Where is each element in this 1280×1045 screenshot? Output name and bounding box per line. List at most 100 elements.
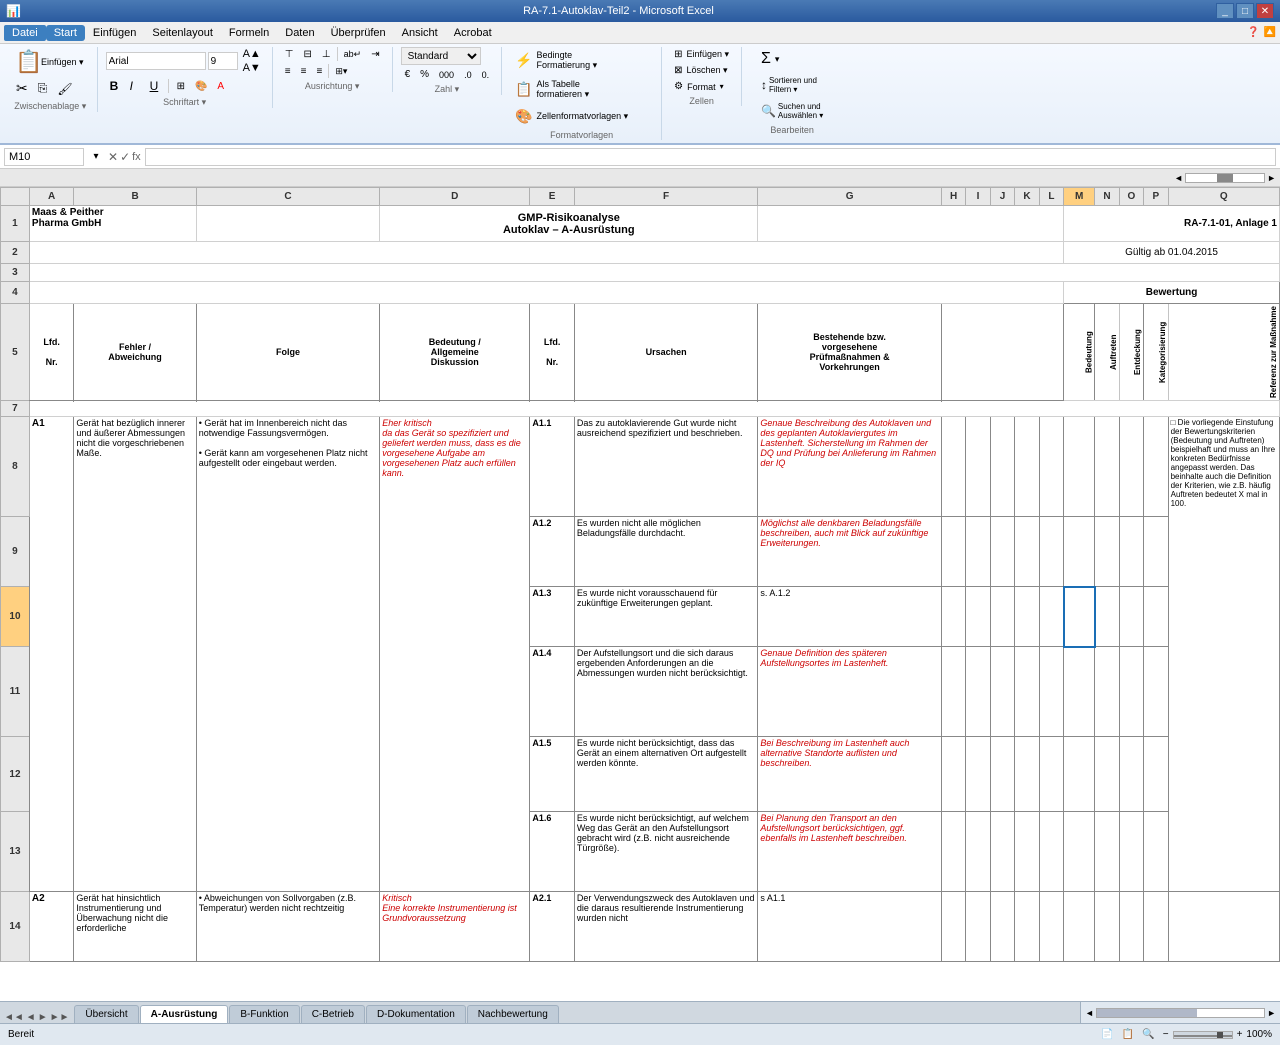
menu-seitenlayout[interactable]: Seitenlayout	[144, 25, 221, 41]
col-header-M[interactable]: M	[1064, 188, 1095, 206]
sheet-area[interactable]: A B C D E F G H I J K L M N O P Q	[0, 187, 1280, 1001]
table-format-button[interactable]: 📋 Als Tabelleformatieren ▾	[510, 76, 653, 103]
cell-O5[interactable]: Entdeckung	[1119, 304, 1143, 401]
cell-M1[interactable]: RA-7.1-01, Anlage 1	[1064, 206, 1280, 242]
cell-M9[interactable]	[1064, 517, 1095, 587]
thousands-button[interactable]: 000	[435, 67, 458, 82]
align-center-button[interactable]: ≡	[297, 64, 311, 79]
cell-L14[interactable]	[1039, 892, 1063, 962]
cell-L11[interactable]	[1039, 647, 1063, 737]
cell-N12[interactable]	[1095, 737, 1119, 812]
minimize-button[interactable]: _	[1216, 3, 1234, 19]
menu-daten[interactable]: Daten	[277, 25, 322, 41]
cell-A14[interactable]: A2	[29, 892, 73, 962]
cell-N11[interactable]	[1095, 647, 1119, 737]
cell-A1[interactable]: Maas & PeitherPharma GmbH	[29, 206, 196, 242]
hscroll-left-button[interactable]: ◄	[1085, 1008, 1094, 1018]
cell-Q8[interactable]: □ Die vorliegende Einstufung der Bewertu…	[1168, 417, 1279, 892]
cell-G14[interactable]: s A1.1	[758, 892, 942, 962]
cell-F9[interactable]: Es wurden nicht alle möglichen Beladungs…	[574, 517, 758, 587]
cell-J10[interactable]	[990, 587, 1014, 647]
cell-G9[interactable]: Möglichst alle denkbaren Beladungsfälle …	[758, 517, 942, 587]
cell-C14[interactable]: • Abweichungen von Sollvorgaben (z.B. Te…	[196, 892, 380, 962]
cell-G10[interactable]: s. A.1.2	[758, 587, 942, 647]
align-left-button[interactable]: ≡	[281, 64, 295, 79]
col-header-N[interactable]: N	[1095, 188, 1119, 206]
cell-F5[interactable]: Ursachen	[574, 304, 758, 401]
bold-button[interactable]: B	[106, 77, 124, 95]
cell-C5[interactable]: Folge	[196, 304, 380, 401]
merge-button[interactable]: ⊞▾	[331, 64, 351, 79]
sum-button[interactable]: Σ▾	[756, 47, 828, 71]
cell-J12[interactable]	[990, 737, 1014, 812]
cell-I12[interactable]	[966, 737, 990, 812]
cell-J11[interactable]	[990, 647, 1014, 737]
cell-E14[interactable]: A2.1	[530, 892, 574, 962]
col-header-O[interactable]: O	[1119, 188, 1143, 206]
cell-F14[interactable]: Der Verwendungszweck des Autoklaven und …	[574, 892, 758, 962]
sheet-tab-c-betrieb[interactable]: C-Betrieb	[301, 1005, 365, 1023]
cell-K13[interactable]	[1015, 812, 1039, 892]
cell-E8[interactable]: A1.1	[530, 417, 574, 517]
scroll-right-icon[interactable]: ►	[1267, 173, 1276, 183]
menu-acrobat[interactable]: Acrobat	[446, 25, 500, 41]
insert-cells-button[interactable]: ⊞Einfügen ▾	[670, 47, 733, 62]
cell-K11[interactable]	[1015, 647, 1039, 737]
cell-J13[interactable]	[990, 812, 1014, 892]
cell-B8[interactable]: Gerät hat bezüglich innerer und äußerer …	[74, 417, 196, 892]
menu-formeln[interactable]: Formeln	[221, 25, 277, 41]
align-bottom-button[interactable]: ⊥	[318, 47, 335, 62]
view-layout-button[interactable]: 📋	[1122, 1029, 1134, 1040]
cell-I8[interactable]	[966, 417, 990, 517]
cell-M14[interactable]	[1064, 892, 1095, 962]
cell-Q5[interactable]: Referenz zur Maßnahme	[1168, 304, 1279, 401]
sheet-tab-d-dokumentation[interactable]: D-Dokumentation	[366, 1005, 466, 1023]
cell-I13[interactable]	[966, 812, 990, 892]
text-direction-button[interactable]: ab↵	[340, 47, 366, 62]
col-header-E[interactable]: E	[530, 188, 574, 206]
cell-N10[interactable]	[1095, 587, 1119, 647]
cell-M10[interactable]	[1064, 587, 1095, 647]
horizontal-scrollbar[interactable]	[1096, 1008, 1265, 1018]
percent-button[interactable]: %	[416, 67, 433, 82]
sort-filter-button[interactable]: ↕Sortieren undFiltern ▾	[756, 73, 828, 97]
cell-D14[interactable]: KritischEine korrekte Instrumentierung i…	[380, 892, 530, 962]
col-header-L[interactable]: L	[1039, 188, 1063, 206]
cell-L10[interactable]	[1039, 587, 1063, 647]
cut-button[interactable]: ✂	[12, 78, 32, 99]
italic-button[interactable]: I	[126, 77, 144, 95]
cell-J9[interactable]	[990, 517, 1014, 587]
cell-N8[interactable]	[1095, 417, 1119, 517]
cell-O14[interactable]	[1119, 892, 1143, 962]
cell-Q14[interactable]	[1168, 892, 1279, 962]
cell-P10[interactable]	[1144, 587, 1168, 647]
cell-K8[interactable]	[1015, 417, 1039, 517]
cell-M8[interactable]	[1064, 417, 1095, 517]
menu-start[interactable]: Start	[46, 25, 85, 41]
col-header-D[interactable]: D	[380, 188, 530, 206]
sheet-tab-uebersicht[interactable]: Übersicht	[74, 1005, 138, 1023]
cell-L12[interactable]	[1039, 737, 1063, 812]
zoom-slider[interactable]	[1173, 1031, 1233, 1039]
menu-ansicht[interactable]: Ansicht	[394, 25, 446, 41]
cell-N9[interactable]	[1095, 517, 1119, 587]
menu-ueberpruefen[interactable]: Überprüfen	[323, 25, 394, 41]
underline-button[interactable]: U	[146, 77, 164, 95]
cell-D5[interactable]: Bedeutung /AllgemeineDiskussion	[380, 304, 530, 401]
cell-G12[interactable]: Bei Beschreibung im Lastenheft auch alte…	[758, 737, 942, 812]
cell-M4[interactable]: Bewertung	[1064, 282, 1280, 304]
cell-M5[interactable]: Bedeutung	[1064, 304, 1095, 401]
cell-H14[interactable]	[941, 892, 965, 962]
currency-button[interactable]: €	[401, 67, 415, 82]
cell-O13[interactable]	[1119, 812, 1143, 892]
cell-H8[interactable]	[941, 417, 965, 517]
cell-I9[interactable]	[966, 517, 990, 587]
sheet-tab-nachbewertung[interactable]: Nachbewertung	[467, 1005, 559, 1023]
cell-I11[interactable]	[966, 647, 990, 737]
minimize-ribbon-icon[interactable]: 🔼	[1264, 27, 1276, 38]
cell-I14[interactable]	[966, 892, 990, 962]
copy-button[interactable]: ⎘	[34, 78, 52, 99]
cell-M2[interactable]: Gültig ab 01.04.2015	[1064, 242, 1280, 264]
cell-H13[interactable]	[941, 812, 965, 892]
cell-M13[interactable]	[1064, 812, 1095, 892]
